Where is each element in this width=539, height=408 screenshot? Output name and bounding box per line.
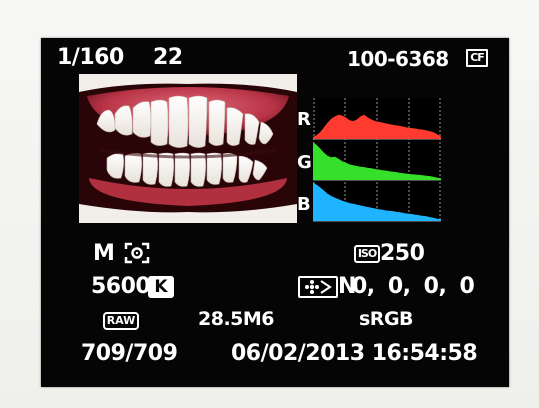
image-thumbnail (79, 74, 297, 223)
evaluative-metering-icon (124, 242, 150, 264)
rgb-histogram (313, 98, 441, 222)
image-count: 709/709 (81, 341, 178, 366)
iso-value: 250 (380, 241, 425, 266)
picture-style-parameters: 0, 0, 0, 0 (352, 274, 475, 299)
kelvin-icon: K (148, 276, 174, 298)
white-balance-value: 5600 (91, 274, 151, 299)
camera-lcd-screen: 1/160 22 100-6368 CF R G B M ISO 250 560… (41, 38, 509, 387)
cf-card-icon: CF (466, 49, 488, 67)
date-time: 06/02/2013 16:54:58 (231, 341, 478, 366)
teeth-photo-icon (79, 74, 297, 223)
histogram-label-g: G (297, 152, 312, 173)
shooting-mode: M (93, 241, 115, 266)
shutter-speed: 1/160 (57, 45, 124, 70)
aperture-value: 22 (153, 45, 183, 70)
picture-style-icon (298, 276, 338, 298)
picture-style-flower-icon (305, 280, 332, 294)
raw-quality-icon: RAW (103, 312, 139, 330)
iso-icon: ISO (354, 245, 380, 263)
histogram-label-b: B (297, 194, 311, 215)
histogram-label-r: R (297, 109, 311, 130)
color-space: sRGB (359, 308, 414, 330)
megapixel-value: 28.5M6 (198, 308, 275, 330)
file-number: 100-6368 (347, 47, 449, 71)
